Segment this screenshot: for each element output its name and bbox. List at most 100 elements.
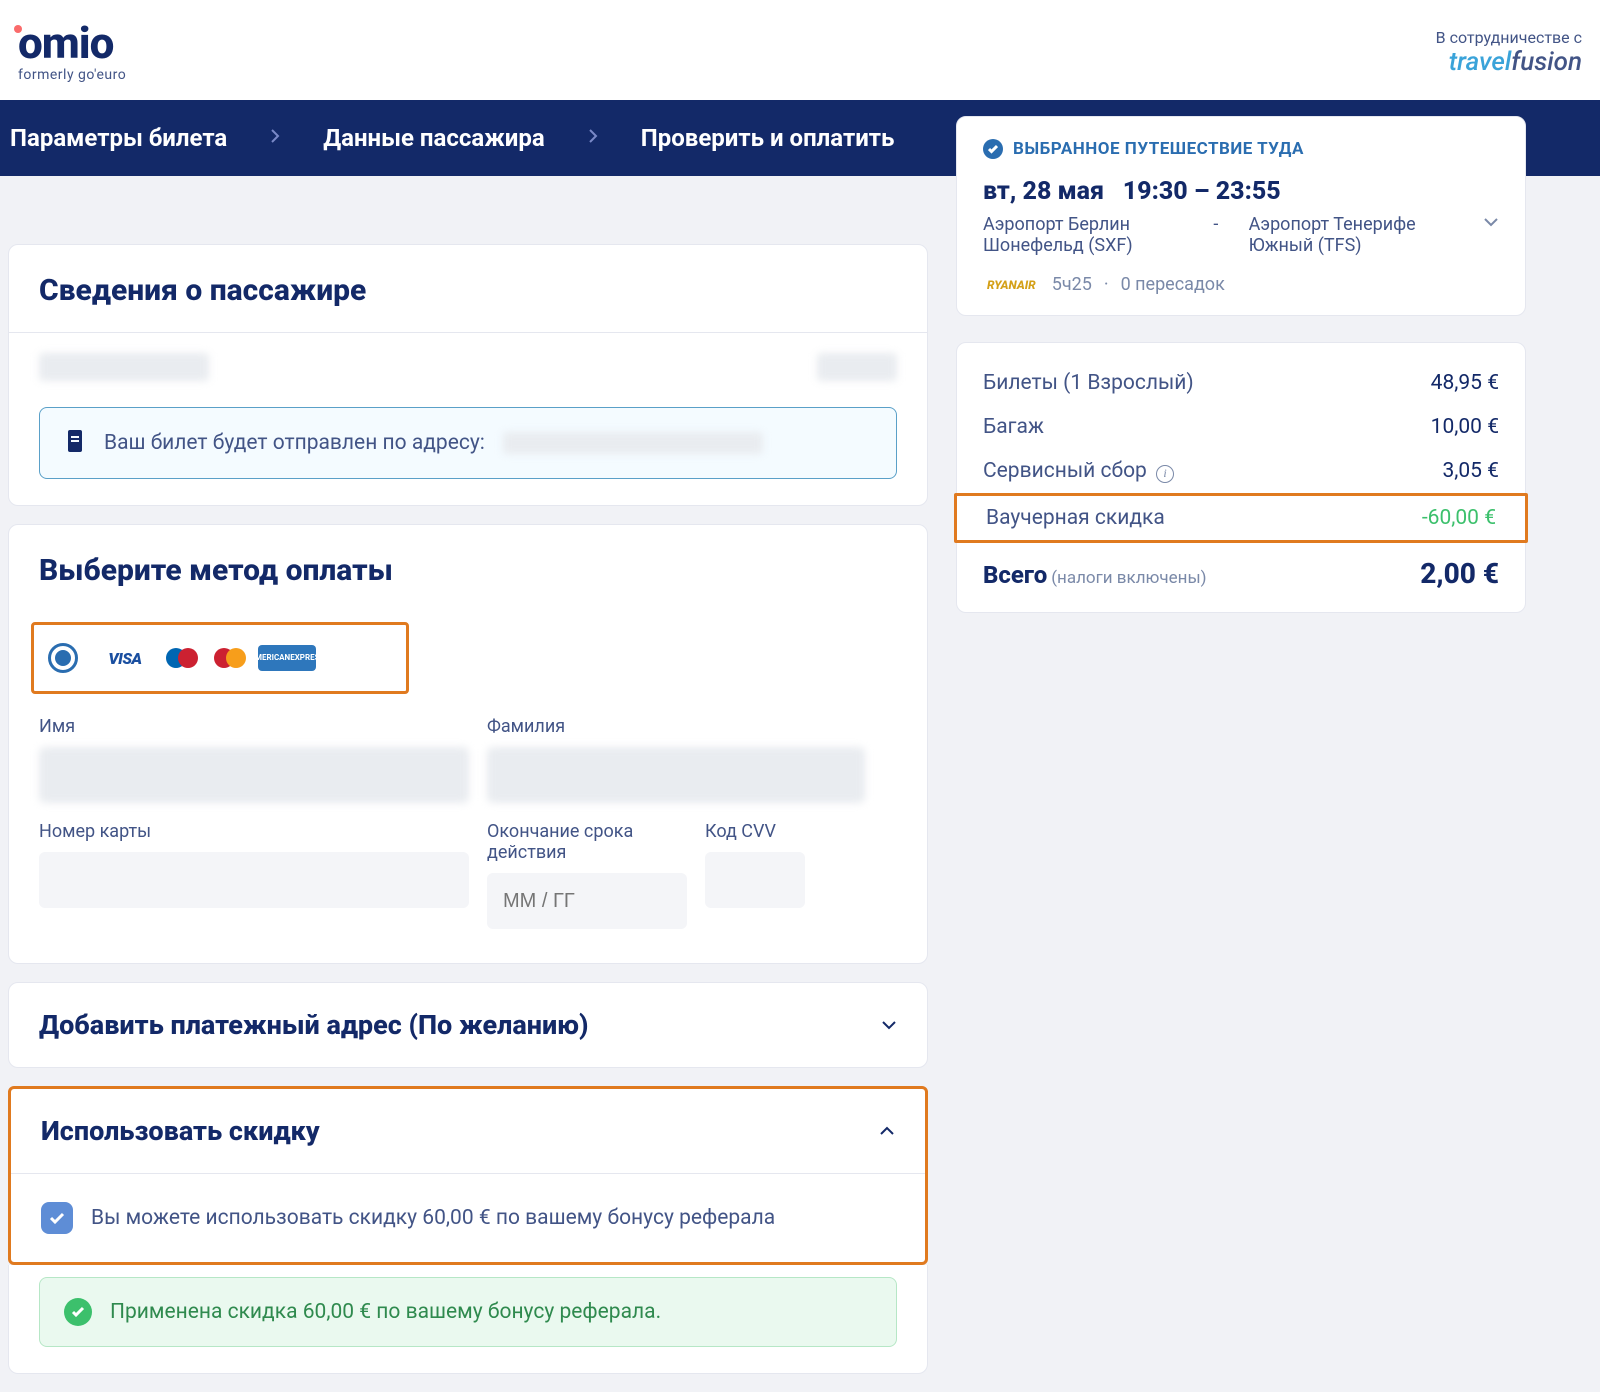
carrier-row: RYANAIR 5ч25 · 0 пересадок — [983, 274, 1499, 295]
card-number-field[interactable] — [39, 852, 469, 908]
billing-address-card: Добавить платежный адрес (По желанию) — [8, 982, 928, 1068]
payment-form: Имя Фамилия Номер карты Окончание срока … — [9, 716, 927, 963]
discount-checkbox-text: Вы можете использовать скидку 60,00 € по… — [91, 1206, 775, 1230]
logo[interactable]: omio formerly go'euro — [18, 21, 126, 83]
price-row-voucher: Ваучерная скидка -60,00 € — [954, 493, 1528, 543]
discount-body: Вы можете использовать скидку 60,00 € по… — [11, 1173, 925, 1262]
total-label-wrap: Всего (налоги включены) — [983, 561, 1207, 589]
partner-block: В сотрудничестве с travelfusion — [1436, 28, 1582, 77]
breadcrumb-step-2[interactable]: Данные пассажира — [323, 124, 545, 152]
cvv-field[interactable] — [705, 852, 805, 908]
price-row-total: Всего (налоги включены) 2,00 € — [957, 543, 1525, 590]
logo-dot-icon — [14, 25, 22, 33]
trip-airports[interactable]: Аэропорт Берлин Шонефельд (SXF) - Аэропо… — [983, 214, 1499, 256]
fee-value: 3,05 € — [1442, 459, 1499, 483]
billing-title: Добавить платежный адрес (По желанию) — [39, 1009, 589, 1041]
mastercard-icon — [210, 645, 250, 671]
trip-badge-text: ВЫБРАННОЕ ПУТЕШЕСТВИЕ ТУДА — [1013, 139, 1304, 159]
discount-applied-text: Применена скидка 60,00 € по вашему бонус… — [110, 1300, 661, 1324]
trip-destination: Аэропорт Тенерифе Южный (TFS) — [1249, 214, 1459, 256]
discount-title: Использовать скидку — [41, 1115, 320, 1147]
voucher-value: -60,00 € — [1422, 506, 1496, 530]
chevron-up-icon — [879, 1123, 895, 1139]
visa-icon: VISA — [96, 645, 154, 671]
discount-card: Использовать скидку Вы можете использова… — [8, 1086, 928, 1265]
cvv-label: Код CVV — [705, 821, 865, 842]
baggage-label: Багаж — [983, 415, 1044, 439]
trip-date: вт, 28 мая — [983, 177, 1104, 206]
ticket-notice: Ваш билет будет отправлен по адресу: — [39, 407, 897, 479]
info-icon[interactable]: i — [1156, 465, 1174, 483]
price-row-fee: Сервисный сбор i 3,05 € — [957, 449, 1525, 493]
tickets-value: 48,95 € — [1431, 371, 1499, 395]
passenger-card: Сведения о пассажире Ваш билет будет отп… — [8, 244, 928, 506]
discount-checkbox[interactable] — [41, 1202, 73, 1234]
trip-summary-card: ВЫБРАННОЕ ПУТЕШЕСТВИЕ ТУДА вт, 28 мая 19… — [956, 116, 1526, 316]
payment-method-card[interactable]: VISA AMERICANEXPRESS — [31, 622, 409, 694]
passenger-title: Сведения о пассажире — [9, 245, 927, 332]
maestro-icon — [162, 645, 202, 671]
expiry-label: Окончание срока действия — [487, 821, 687, 863]
ticket-notice-text: Ваш билет будет отправлен по адресу: — [104, 431, 485, 455]
partner-brand-b: fusion — [1511, 47, 1582, 77]
check-circle-icon — [983, 139, 1003, 159]
card-number-field-wrap: Номер карты — [39, 821, 469, 929]
trip-duration: 5ч25 — [1052, 274, 1092, 295]
discount-applied-container: Применена скидка 60,00 € по вашему бонус… — [8, 1265, 928, 1374]
chevron-right-icon — [585, 128, 601, 148]
email-redacted — [503, 432, 763, 454]
logo-subtitle: formerly go'euro — [18, 67, 126, 83]
last-name-field[interactable] — [487, 747, 865, 803]
chevron-down-icon[interactable] — [1483, 214, 1499, 235]
last-name-field-wrap: Фамилия — [487, 716, 865, 803]
dash: - — [1207, 214, 1224, 235]
tickets-label: Билеты (1 Взрослый) — [983, 371, 1194, 395]
radio-selected-icon[interactable] — [48, 643, 78, 673]
discount-toggle[interactable]: Использовать скидку — [11, 1089, 925, 1173]
logo-main: omio — [18, 21, 126, 65]
baggage-value: 10,00 € — [1431, 415, 1499, 439]
breadcrumb-step-1[interactable]: Параметры билета — [10, 124, 227, 152]
passenger-info-redacted — [817, 353, 897, 381]
payment-card: Выберите метод оплаты VISA AMERICANEXPRE… — [8, 524, 928, 964]
partner-brand: travelfusion — [1436, 47, 1582, 77]
logo-text: omio — [18, 17, 113, 69]
breadcrumb-step-3[interactable]: Проверить и оплатить — [641, 124, 895, 152]
card-number-label: Номер карты — [39, 821, 469, 842]
total-sub: (налоги включены) — [1051, 568, 1206, 588]
fee-label: Сервисный сбор i — [983, 459, 1174, 483]
voucher-label: Ваучерная скидка — [986, 506, 1165, 530]
trip-datetime: вт, 28 мая 19:30 – 23:55 — [983, 177, 1499, 206]
top-header: omio formerly go'euro В сотрудничестве с… — [0, 0, 1600, 100]
payment-title: Выберите метод оплаты — [9, 525, 927, 612]
discount-applied-banner: Применена скидка 60,00 € по вашему бонус… — [39, 1277, 897, 1347]
expiry-field[interactable] — [487, 873, 687, 929]
first-name-label: Имя — [39, 716, 469, 737]
amex-icon: AMERICANEXPRESS — [258, 645, 316, 671]
dot: · — [1104, 274, 1109, 295]
passenger-row — [9, 333, 927, 395]
price-row-baggage: Багаж 10,00 € — [957, 405, 1525, 449]
partner-brand-a: travel — [1449, 47, 1512, 77]
total-value: 2,00 € — [1420, 557, 1499, 590]
chevron-down-icon — [881, 1017, 897, 1033]
partner-label: В сотрудничестве с — [1436, 28, 1582, 47]
passenger-name-redacted — [39, 353, 209, 381]
trip-transfers: 0 пересадок — [1121, 274, 1225, 295]
trip-time: 19:30 – 23:55 — [1123, 177, 1281, 206]
check-circle-icon — [64, 1298, 92, 1326]
expiry-field-wrap: Окончание срока действия — [487, 821, 687, 929]
chevron-right-icon — [267, 128, 283, 148]
trip-badge: ВЫБРАННОЕ ПУТЕШЕСТВИЕ ТУДА — [983, 139, 1499, 159]
last-name-label: Фамилия — [487, 716, 865, 737]
ryanair-logo-icon: RYANAIR — [983, 276, 1040, 294]
billing-address-toggle[interactable]: Добавить платежный адрес (По желанию) — [9, 983, 927, 1067]
trip-origin: Аэропорт Берлин Шонефельд (SXF) — [983, 214, 1183, 256]
price-row-tickets: Билеты (1 Взрослый) 48,95 € — [957, 361, 1525, 405]
first-name-field-wrap: Имя — [39, 716, 469, 803]
card-brands: VISA AMERICANEXPRESS — [96, 645, 316, 671]
first-name-field[interactable] — [39, 747, 469, 803]
cvv-field-wrap: Код CVV — [705, 821, 865, 929]
price-summary-card: Билеты (1 Взрослый) 48,95 € Багаж 10,00 … — [956, 342, 1526, 613]
total-label: Всего — [983, 561, 1047, 589]
